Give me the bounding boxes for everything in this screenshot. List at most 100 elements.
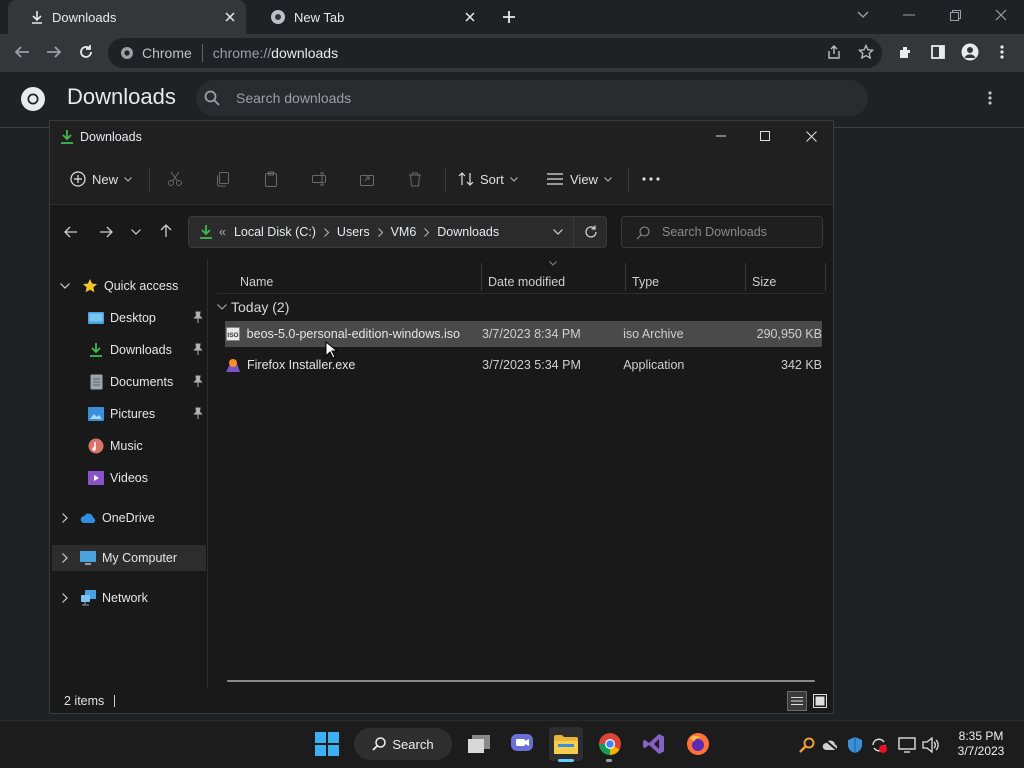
column-divider[interactable] bbox=[825, 263, 826, 291]
up-arrow-icon[interactable] bbox=[159, 224, 173, 238]
column-header-date-modified[interactable]: Date modified bbox=[488, 271, 565, 293]
sidebar-item-network[interactable]: Network bbox=[50, 585, 206, 611]
chevron-right-icon[interactable] bbox=[62, 593, 68, 603]
back-button[interactable] bbox=[8, 38, 36, 66]
security-shield-icon[interactable] bbox=[846, 736, 864, 754]
side-panel-icon[interactable] bbox=[924, 38, 952, 66]
explorer-close-icon[interactable] bbox=[788, 121, 834, 151]
more-options-icon[interactable] bbox=[642, 166, 660, 192]
group-header-today[interactable]: Today (2) bbox=[217, 296, 289, 318]
explorer-search-input[interactable]: Search Downloads bbox=[621, 216, 823, 248]
column-divider[interactable] bbox=[481, 263, 482, 291]
recent-locations-icon[interactable] bbox=[131, 229, 141, 235]
chevron-right-icon[interactable] bbox=[377, 227, 383, 237]
extensions-icon[interactable] bbox=[892, 38, 920, 66]
sidebar-item-pictures[interactable]: Pictures bbox=[50, 401, 206, 427]
rename-icon[interactable] bbox=[308, 168, 330, 190]
tab-downloads[interactable]: Downloads bbox=[8, 0, 246, 34]
breadcrumb-overflow[interactable]: « bbox=[219, 225, 226, 239]
display-icon[interactable] bbox=[898, 736, 916, 754]
visual-studio-icon[interactable] bbox=[637, 727, 671, 761]
column-divider[interactable] bbox=[745, 263, 746, 291]
sidebar-item-videos[interactable]: Videos bbox=[50, 465, 206, 491]
back-arrow-icon[interactable] bbox=[64, 225, 78, 239]
teams-chat-icon[interactable] bbox=[505, 727, 539, 761]
sidebar-item-quick-access[interactable]: Quick access bbox=[50, 273, 206, 299]
pin-icon[interactable] bbox=[193, 311, 203, 323]
bookmark-star-icon[interactable] bbox=[852, 38, 880, 66]
search-magnifier-tray-icon[interactable] bbox=[798, 736, 816, 754]
downloads-search-input[interactable]: Search downloads bbox=[196, 80, 868, 116]
pin-icon[interactable] bbox=[193, 407, 203, 419]
firefox-taskbar-icon[interactable] bbox=[681, 727, 715, 761]
column-divider[interactable] bbox=[625, 263, 626, 291]
profile-icon[interactable] bbox=[956, 38, 984, 66]
explorer-minimize-icon[interactable] bbox=[698, 121, 744, 151]
update-icon[interactable] bbox=[870, 736, 888, 754]
sort-button[interactable]: Sort bbox=[458, 166, 518, 192]
sidebar-item-my-computer[interactable]: My Computer bbox=[52, 545, 206, 571]
paste-icon[interactable] bbox=[260, 168, 282, 190]
sidebar-item-music[interactable]: Music bbox=[50, 433, 206, 459]
taskbar-clock[interactable]: 8:35 PM 3/7/2023 bbox=[950, 729, 1012, 759]
onedrive-cloud-icon bbox=[80, 510, 96, 526]
close-tab-icon[interactable] bbox=[462, 9, 478, 25]
forward-arrow-icon[interactable] bbox=[99, 225, 113, 239]
sidebar-item-downloads[interactable]: Downloads bbox=[50, 337, 206, 363]
download-icon bbox=[60, 129, 74, 145]
column-header-size[interactable]: Size bbox=[752, 271, 776, 293]
restore-icon[interactable] bbox=[932, 0, 978, 30]
downloads-more-icon[interactable] bbox=[976, 84, 1004, 112]
sidebar-item-documents[interactable]: Documents bbox=[50, 369, 206, 395]
new-button[interactable]: New bbox=[70, 166, 132, 192]
start-windows-icon[interactable] bbox=[310, 727, 344, 761]
share-icon[interactable] bbox=[820, 38, 848, 66]
minimize-icon[interactable] bbox=[886, 0, 932, 30]
tab-new-tab[interactable]: New Tab bbox=[248, 0, 486, 34]
copy-icon[interactable] bbox=[212, 168, 234, 190]
chrome-menu-icon[interactable] bbox=[988, 38, 1016, 66]
explorer-maximize-icon[interactable] bbox=[742, 121, 788, 151]
address-bar[interactable]: « Local Disk (C:) Users VM6 Downloads bbox=[188, 216, 607, 248]
breadcrumb-vm6[interactable]: VM6 bbox=[391, 225, 417, 239]
column-header-name[interactable]: Name bbox=[240, 271, 273, 293]
delete-icon[interactable] bbox=[404, 168, 426, 190]
cut-icon[interactable] bbox=[164, 168, 186, 190]
breadcrumb-users[interactable]: Users bbox=[337, 225, 370, 239]
sort-indicator-icon bbox=[549, 261, 557, 266]
breadcrumb-downloads[interactable]: Downloads bbox=[437, 225, 499, 239]
forward-button[interactable] bbox=[40, 38, 68, 66]
close-tab-icon[interactable] bbox=[222, 9, 238, 25]
reload-button[interactable] bbox=[72, 38, 100, 66]
column-header-type[interactable]: Type bbox=[632, 271, 659, 293]
cloud-offline-icon[interactable] bbox=[822, 736, 840, 754]
table-row[interactable]: Firefox Installer.exe 3/7/2023 5:34 PM A… bbox=[225, 352, 822, 378]
sidebar-item-desktop[interactable]: Desktop bbox=[50, 305, 206, 331]
address-dropdown-icon[interactable] bbox=[553, 229, 563, 235]
file-explorer-taskbar-icon[interactable] bbox=[549, 727, 583, 761]
chevron-right-icon[interactable] bbox=[324, 227, 329, 237]
details-view-icon[interactable] bbox=[787, 691, 807, 711]
chrome-taskbar-icon[interactable] bbox=[593, 727, 627, 761]
omnibox[interactable]: Chrome chrome:// downloads bbox=[108, 38, 882, 68]
tab-search-icon[interactable] bbox=[840, 0, 886, 30]
pin-icon[interactable] bbox=[193, 375, 203, 387]
table-row[interactable]: ISO beos-5.0-personal-edition-windows.is… bbox=[225, 321, 822, 347]
taskbar-search-button[interactable]: Search bbox=[354, 728, 452, 760]
close-window-icon[interactable] bbox=[978, 0, 1024, 30]
horizontal-scrollbar[interactable] bbox=[227, 680, 815, 682]
pin-icon[interactable] bbox=[193, 343, 203, 355]
new-tab-button[interactable] bbox=[498, 6, 520, 28]
chevron-down-icon[interactable] bbox=[60, 283, 70, 289]
breadcrumb-local-disk[interactable]: Local Disk (C:) bbox=[234, 225, 316, 239]
refresh-icon[interactable] bbox=[584, 225, 598, 239]
chevron-right-icon[interactable] bbox=[424, 227, 430, 237]
share-icon[interactable] bbox=[356, 168, 378, 190]
chevron-right-icon[interactable] bbox=[62, 513, 68, 523]
view-button[interactable]: View bbox=[546, 166, 612, 192]
sidebar-item-onedrive[interactable]: OneDrive bbox=[50, 505, 206, 531]
volume-icon[interactable] bbox=[922, 736, 940, 754]
task-view-icon[interactable] bbox=[462, 727, 496, 761]
chevron-right-icon[interactable] bbox=[62, 553, 68, 563]
large-icons-view-icon[interactable] bbox=[810, 691, 830, 711]
